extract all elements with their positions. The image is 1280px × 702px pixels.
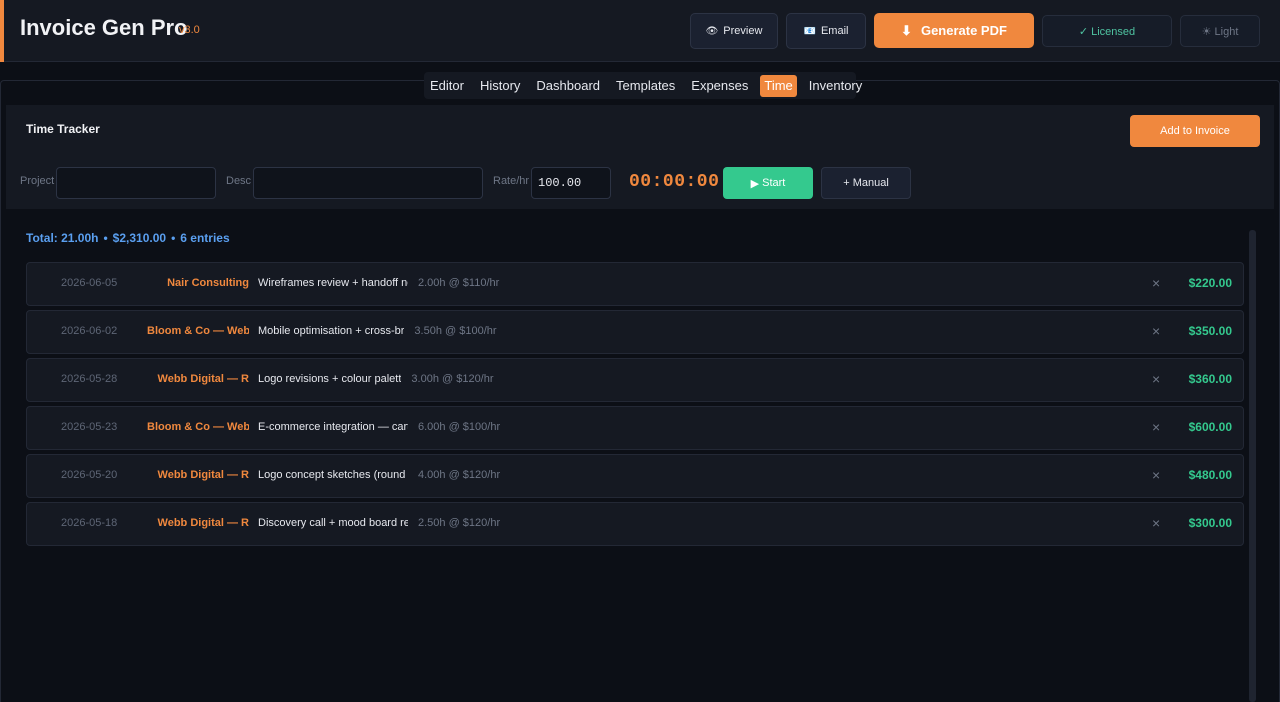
tab-dashboard[interactable]: Dashboard [532,75,604,97]
tracker-title: Time Tracker [26,122,100,136]
tab-bar: Editor History Dashboard Templates Expen… [424,72,862,99]
entry-description: Logo revisions + colour palett [258,373,402,385]
entry-date: 2026-06-05 [61,277,118,289]
time-entry-row: 2026-06-05 Nair Consulting Wireframes re… [26,262,1244,306]
timer-display: 00:00:00 [629,172,720,192]
tab-time[interactable]: Time [760,74,797,97]
entry-rate: 4.00h @ $120/hr [418,469,501,481]
summary-separator: • [171,231,176,245]
play-icon: ▶ [750,177,760,190]
entry-description: Wireframes review + handoff no [258,277,408,289]
preview-label: Preview [723,25,763,37]
envelope-icon: 📧 [803,25,816,37]
time-entries-list: 2026-06-05 Nair Consulting Wireframes re… [26,262,1244,550]
close-icon[interactable]: × [1152,515,1160,531]
entry-amount: $220.00 [1188,276,1232,290]
rate-input[interactable] [531,167,611,199]
preview-button[interactable]: 👁 Preview [690,13,778,49]
entry-project: Webb Digital — R [157,517,249,529]
time-entry-row: 2026-06-02 Bloom & Co — Web Mobile optim… [26,310,1244,354]
time-entry-row: 2026-05-23 Bloom & Co — Web E-commerce i… [26,406,1244,450]
close-icon[interactable]: × [1152,467,1160,483]
tab-history[interactable]: History [476,75,524,97]
time-entry-row: 2026-05-28 Webb Digital — R Logo revisio… [26,358,1244,402]
tab-inventory[interactable]: Inventory [805,75,866,97]
project-input[interactable] [56,167,216,199]
entries-scrollbar[interactable] [1249,230,1256,702]
desc-label: Desc [226,175,252,187]
entry-description: Discovery call + mood board re [258,517,408,529]
entry-project: Nair Consulting [167,277,249,289]
eye-icon: 👁 [705,25,719,37]
entry-project: Webb Digital — R [157,469,249,481]
entry-description: Mobile optimisation + cross-br [258,325,405,337]
entry-date: 2026-05-23 [61,421,118,433]
header-accent-bar [0,0,4,62]
entry-rate: 3.00h @ $120/hr [411,373,494,385]
app-header: Invoice Gen Pro v3.0 👁 Preview 📧 Email ⬇… [0,0,1280,62]
tab-expenses[interactable]: Expenses [687,75,752,97]
download-icon: ⬇ [901,22,912,38]
rate-label: Rate/hr [493,175,530,187]
entry-rate: 2.00h @ $110/hr [418,277,500,289]
time-tracker-panel: Time Tracker Add to Invoice Project Desc… [6,105,1274,209]
entry-amount: $300.00 [1188,516,1232,530]
app-title: Invoice Gen Pro [20,15,188,40]
licensed-badge[interactable]: ✓ Licensed [1042,15,1172,47]
close-icon[interactable]: × [1152,419,1160,435]
generate-pdf-button[interactable]: ⬇ Generate PDF [874,13,1034,48]
close-icon[interactable]: × [1152,275,1160,291]
add-to-invoice-button[interactable]: Add to Invoice [1130,115,1260,147]
entry-date: 2026-05-28 [61,373,118,385]
entry-amount: $350.00 [1188,324,1232,338]
theme-toggle-button[interactable]: ☀ Light [1180,15,1260,47]
entry-project: Webb Digital — R [157,373,249,385]
generate-pdf-label: Generate PDF [920,23,1007,38]
entry-amount: $600.00 [1188,420,1232,434]
entry-project: Bloom & Co — Web [147,325,249,337]
desc-input[interactable] [253,167,483,199]
close-icon[interactable]: × [1152,371,1160,387]
entry-amount: $360.00 [1188,372,1232,386]
time-entry-row: 2026-05-20 Webb Digital — R Logo concept… [26,454,1244,498]
tab-editor[interactable]: Editor [426,75,468,97]
manual-entry-button[interactable]: + Manual [821,167,911,199]
entry-date: 2026-06-02 [61,325,118,337]
app-version: v3.0 [179,24,200,36]
entry-amount: $480.00 [1188,468,1232,482]
entry-rate: 2.50h @ $120/hr [418,517,501,529]
entry-rate: 3.50h @ $100/hr [414,325,497,337]
summary-entries: 6 entries [180,231,230,245]
time-entry-row: 2026-05-18 Webb Digital — R Discovery ca… [26,502,1244,546]
entry-date: 2026-05-18 [61,517,118,529]
project-label: Project [20,175,55,187]
start-timer-button[interactable]: ▶ Start [723,167,813,199]
summary-total: Total: 21.00h [26,231,99,245]
entry-description: Logo concept sketches (round 1 [258,469,408,481]
email-label: Email [820,25,849,37]
entry-project: Bloom & Co — Web [147,421,249,433]
tab-templates[interactable]: Templates [612,75,679,97]
entry-rate: 6.00h @ $100/hr [418,421,501,433]
summary-separator: • [103,231,108,245]
entry-description: E-commerce integration — cart [258,421,408,433]
summary-amount: $2,310.00 [112,231,167,245]
entry-date: 2026-05-20 [61,469,118,481]
start-label: Start [762,177,786,189]
time-summary: Total: 21.00h • $2,310.00 • 6 entries [26,231,230,245]
close-icon[interactable]: × [1152,323,1160,339]
email-button[interactable]: 📧 Email [786,13,866,49]
